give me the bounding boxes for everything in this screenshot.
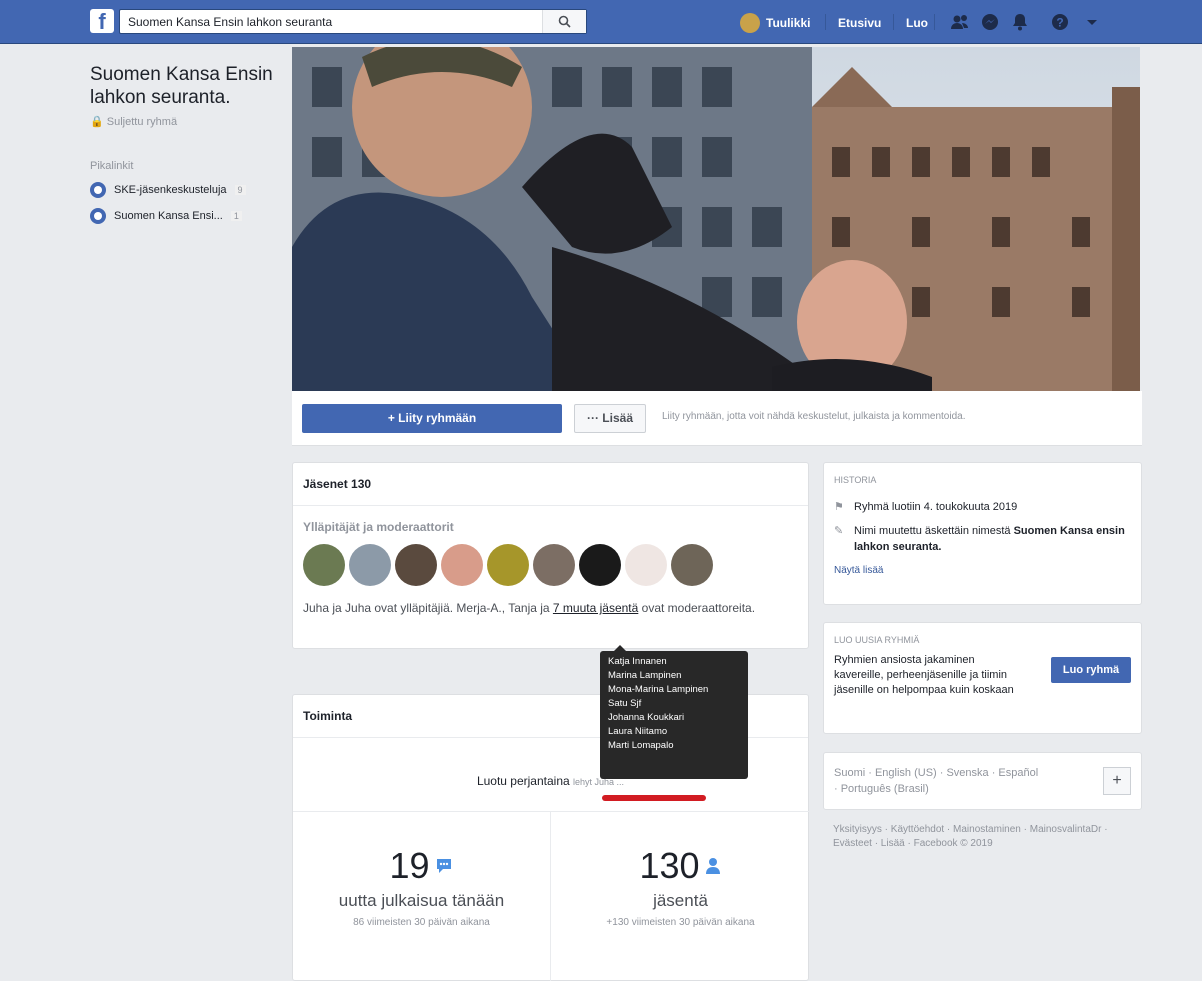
tooltip-name: Marti Lomapalo [608, 740, 674, 751]
more-button[interactable]: ··· Lisää [574, 404, 646, 433]
create-groups-text: Ryhmien ansiosta jakaminen kavereille, p… [834, 654, 1014, 696]
avatar[interactable] [395, 544, 437, 586]
avatar[interactable] [533, 544, 575, 586]
history-created-text: Ryhmä luotiin 4. toukokuuta 2019 [854, 501, 1018, 513]
language-list[interactable]: Suomi · English (US) · Svenska · Español… [824, 753, 1054, 809]
admin-avatars [303, 544, 808, 586]
history-created-row: ⚑ Ryhmä luotiin 4. toukokuuta 2019 [824, 499, 1141, 515]
left-sidebar: Suomen Kansa Ensin lahkon seuranta. 🔒 Su… [90, 63, 280, 224]
facebook-logo-icon[interactable]: f [90, 9, 114, 34]
members-title[interactable]: Jäsenet 130 [293, 463, 808, 506]
join-group-button[interactable]: + Liity ryhmään [302, 404, 562, 433]
tooltip-name: Satu Sjf [608, 698, 642, 709]
nav-divider [934, 14, 935, 30]
shortcut-count: 1 [230, 211, 242, 221]
rename-text-part: Nimi muutettu äskettäin nimestä [854, 525, 1014, 537]
search-input[interactable]: Suomen Kansa Ensin lahkon seuranta [128, 15, 332, 29]
posts-label: uutta julkaisua tänään [338, 891, 505, 910]
nav-avatar [740, 13, 760, 33]
cover-photo[interactable] [292, 47, 1140, 391]
moderators-text: Juha ja Juha ovat ylläpitäjiä. Merja-A.,… [303, 600, 798, 616]
history-rename-row: ✎ Nimi muutettu äskettäin nimestä Suomen… [824, 523, 1141, 555]
group-icon [90, 208, 106, 224]
mod-text-part: Juha ja Juha ovat ylläpitäjiä. Merja-A.,… [303, 601, 553, 615]
members-card: Jäsenet 130 Ylläpitäjät ja moderaattorit… [292, 462, 809, 649]
group-action-bar: + Liity ryhmään ··· Lisää Liity ryhmään,… [292, 391, 1142, 446]
shortcut-item[interactable]: Suomen Kansa Ensi... 1 [90, 208, 280, 224]
shortcut-count: 9 [234, 185, 246, 195]
history-card: Historia ⚑ Ryhmä luotiin 4. toukokuuta 2… [823, 462, 1142, 605]
flag-icon: ⚑ [834, 501, 844, 513]
posts-sub: 86 viimeisten 30 päivän aikana [353, 917, 490, 928]
comment-icon [436, 859, 451, 873]
nav-create-link[interactable]: Luo [906, 16, 928, 30]
members-label: jäsentä [653, 891, 708, 910]
members-sub: +130 viimeisten 30 päivän aikana [606, 917, 755, 928]
nav-divider [825, 14, 826, 30]
other-members-link[interactable]: 7 muuta jäsentä [553, 601, 638, 615]
help-icon[interactable]: ? [1050, 12, 1070, 32]
tooltip-name: Katja Innanen [608, 656, 667, 667]
chevron-down-icon[interactable] [1082, 12, 1102, 32]
avatar[interactable] [487, 544, 529, 586]
add-language-button[interactable]: + [1103, 767, 1131, 795]
nav-home-link[interactable]: Etusivu [838, 16, 881, 30]
search-button[interactable] [542, 10, 586, 33]
red-underline-annotation [602, 795, 706, 801]
edit-icon: ✎ [834, 525, 844, 537]
created-text: Luotu perjantaina [476, 774, 570, 788]
nav-profile-link[interactable]: Tuulikki [740, 13, 810, 33]
mod-text-part: ovat moderaattoreita. [638, 601, 756, 615]
avatar[interactable] [349, 544, 391, 586]
nav-user-name: Tuulikki [766, 16, 811, 30]
create-group-button[interactable]: Luo ryhmä [1051, 657, 1131, 683]
posts-count-row: 19 [293, 845, 550, 887]
members-count: 130 [639, 845, 700, 886]
shortcut-item[interactable]: SKE-jäsenkeskusteluja 9 [90, 182, 280, 198]
history-heading: Historia [834, 475, 877, 485]
search-icon [558, 15, 571, 28]
divider [293, 811, 810, 812]
posts-count: 19 [389, 845, 430, 886]
person-icon [705, 858, 720, 874]
tooltip-name: Johanna Koukkari [608, 712, 685, 723]
footer-links[interactable]: Yksityisyys · Käyttöehdot · Mainostamine… [833, 823, 1133, 851]
tooltip-name: Laura Niitamo [608, 726, 668, 737]
lock-icon: 🔒 [90, 116, 107, 128]
avatar[interactable] [625, 544, 667, 586]
avatar[interactable] [579, 544, 621, 586]
members-count-row: 130 [551, 845, 810, 887]
show-more-link[interactable]: Näytä lisää [824, 555, 1141, 576]
create-groups-card: Luo uusia ryhmiä Ryhmien ansiosta jakami… [823, 622, 1142, 734]
history-rename-text: Nimi muutettu äskettäin nimestä Suomen K… [854, 523, 1131, 555]
nav-divider [893, 14, 894, 30]
group-name[interactable]: Suomen Kansa Ensin lahkon seuranta. [90, 63, 280, 109]
tooltip-name: Mona-Marina Lampinen [608, 684, 709, 695]
svg-text:?: ? [1056, 16, 1063, 30]
avatar[interactable] [303, 544, 345, 586]
members-tooltip: Katja Innanen Marina Lampinen Mona-Marin… [600, 645, 748, 779]
shortcut-label: Suomen Kansa Ensi... [114, 210, 223, 222]
top-navigation-bar: f Suomen Kansa Ensin lahkon seuranta Tuu… [0, 0, 1202, 44]
join-hint-text: Liity ryhmään, jotta voit nähdä keskuste… [662, 411, 966, 422]
shortcuts-heading: Pikalinkit [90, 160, 134, 172]
admins-heading: Ylläpitäjät ja moderaattorit [303, 520, 454, 534]
messenger-icon[interactable] [980, 12, 1000, 32]
members-stat: 130 jäsentä +130 viimeisten 30 päivän ai… [551, 845, 810, 928]
notifications-icon[interactable] [1010, 12, 1030, 32]
group-icon [90, 182, 106, 198]
create-groups-heading: Luo uusia ryhmiä [834, 635, 920, 645]
privacy-label: 🔒 Suljettu ryhmä [90, 115, 280, 128]
cover-photo-image [292, 47, 1140, 391]
privacy-text: Suljettu ryhmä [106, 116, 178, 128]
avatar[interactable] [441, 544, 483, 586]
shortcut-label: SKE-jäsenkeskusteluja [114, 184, 227, 196]
avatar[interactable] [671, 544, 713, 586]
tooltip-name: Marina Lampinen [608, 670, 682, 681]
languages-card: Suomi · English (US) · Svenska · Español… [823, 752, 1142, 810]
posts-stat: 19 uutta julkaisua tänään 86 viimeisten … [293, 845, 550, 928]
search-box[interactable]: Suomen Kansa Ensin lahkon seuranta [119, 9, 587, 34]
friend-requests-icon[interactable] [950, 12, 970, 32]
